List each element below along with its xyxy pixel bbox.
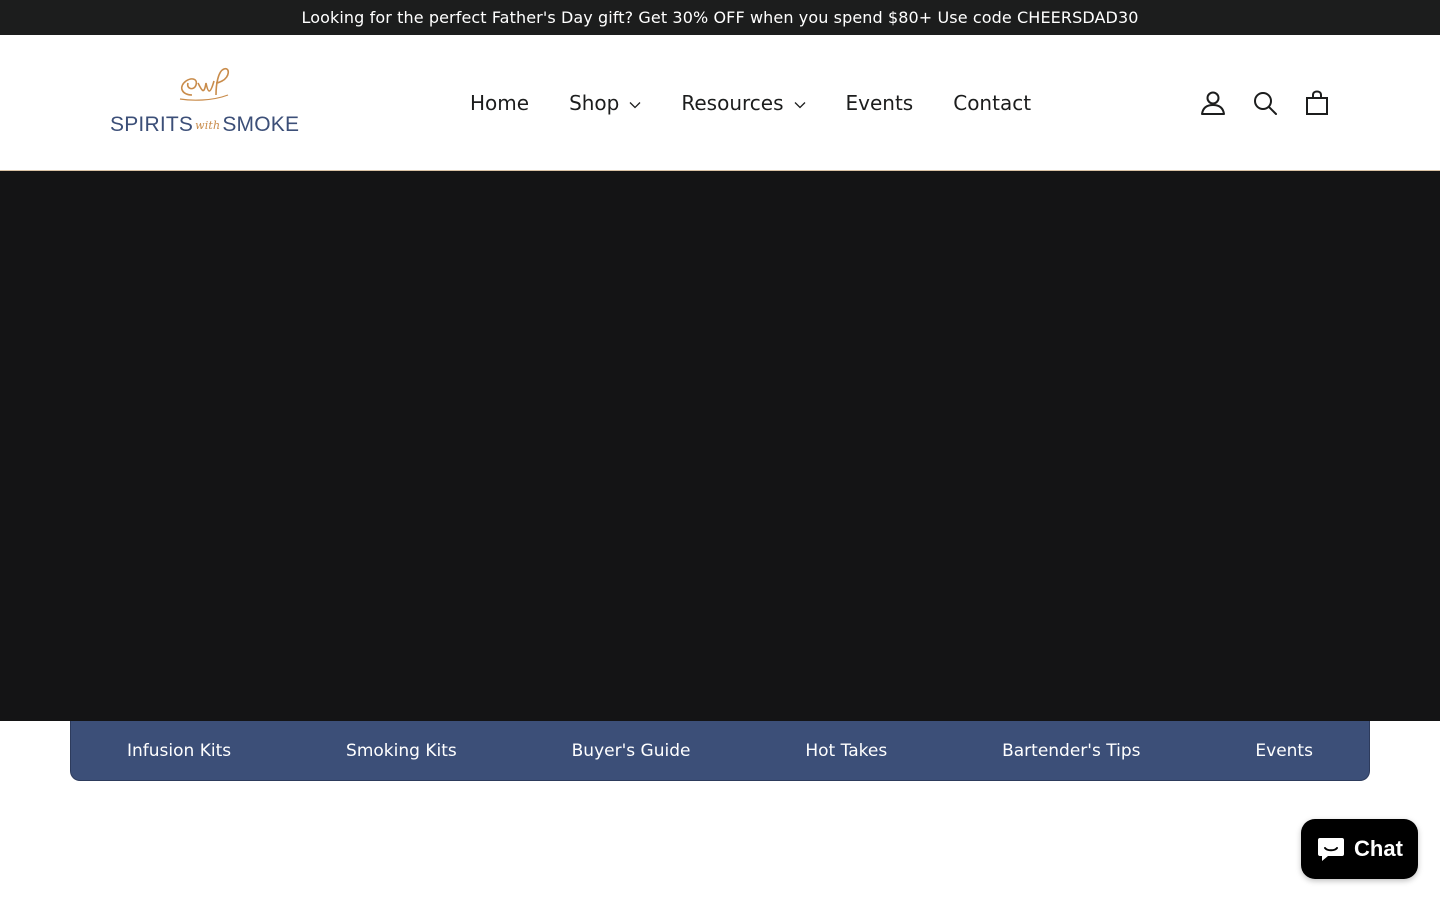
nav-item-label: Contact [953, 91, 1032, 115]
nav-item-label: Shop [569, 91, 620, 115]
chevron-down-icon [794, 101, 805, 108]
nav-item-home[interactable]: Home [450, 91, 549, 115]
quicklink-infusion-kits[interactable]: Infusion Kits [127, 741, 231, 761]
nav-item-contact[interactable]: Contact [933, 91, 1051, 115]
cart-icon[interactable] [1304, 90, 1330, 116]
search-icon[interactable] [1252, 90, 1278, 116]
brand-logo[interactable]: SPIRITS withSMOKE [110, 65, 300, 139]
hero-banner [0, 171, 1440, 721]
quicklink-smoking-kits[interactable]: Smoking Kits [346, 741, 457, 761]
announcement-bar: Looking for the perfect Father's Day gif… [0, 0, 1440, 35]
monogram-icon [179, 67, 230, 101]
brand-name-right: SMOKE [222, 113, 300, 136]
chat-label: Chat [1354, 836, 1403, 861]
brand-wordmark: SPIRITS withSMOKE [110, 113, 299, 137]
quicklink-events[interactable]: Events [1255, 741, 1313, 761]
chevron-down-icon [629, 101, 641, 108]
account-icon[interactable] [1200, 90, 1226, 116]
nav-item-label: Resources [681, 91, 784, 115]
nav-item-events[interactable]: Events [826, 91, 934, 115]
brand-name-left: SPIRITS [110, 113, 194, 136]
main-nav: Home Shop Resources Events Contact [450, 35, 1051, 171]
quicklink-bartenders-tips[interactable]: Bartender's Tips [1002, 741, 1140, 761]
brand-name-with: with [195, 119, 221, 132]
header-actions [1200, 35, 1330, 171]
quicklink-hot-takes[interactable]: Hot Takes [805, 741, 887, 761]
nav-item-label: Events [845, 91, 914, 115]
nav-item-resources[interactable]: Resources [661, 91, 825, 115]
nav-item-label: Home [470, 91, 530, 115]
quicklink-buyers-guide[interactable]: Buyer's Guide [572, 741, 691, 761]
chat-button[interactable]: Chat [1301, 819, 1418, 879]
quicklinks-bar: Infusion Kits Smoking Kits Buyer's Guide… [70, 721, 1370, 781]
nav-item-shop[interactable]: Shop [549, 91, 661, 115]
site-header: SPIRITS withSMOKE Home Shop Resources Eve… [0, 35, 1440, 171]
chat-bubble-icon [1318, 838, 1345, 861]
announcement-text: Looking for the perfect Father's Day gif… [301, 8, 1139, 27]
